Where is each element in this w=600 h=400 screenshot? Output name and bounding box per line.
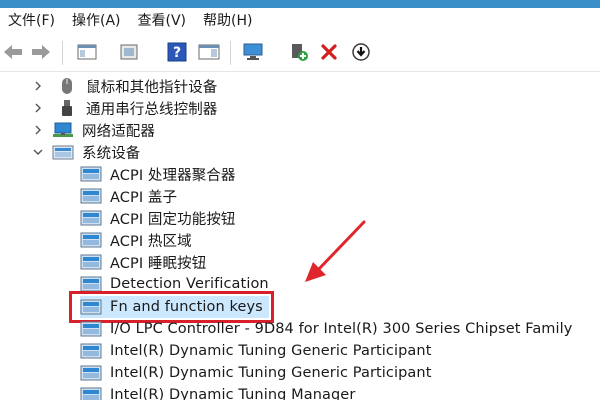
back-arrow-icon[interactable] xyxy=(2,41,24,63)
svg-text:?: ? xyxy=(173,45,181,61)
disable-device-icon[interactable] xyxy=(350,41,372,63)
action-pane-icon[interactable] xyxy=(198,41,220,63)
device-tree: 鼠标和其他指针设备 通用串行总线控制器 网络适配器 系统设备 ACPI 处理器聚… xyxy=(0,72,600,400)
uninstall-device-icon[interactable] xyxy=(318,41,340,63)
properties-icon[interactable] xyxy=(118,41,140,63)
toolbar-separator xyxy=(62,41,63,65)
menu-view[interactable]: 查看(V) xyxy=(130,8,196,35)
title-bar-strip xyxy=(0,0,600,8)
menu-help[interactable]: 帮助(H) xyxy=(195,8,261,35)
forward-arrow-icon[interactable] xyxy=(30,41,52,63)
update-driver-icon[interactable] xyxy=(288,41,310,63)
menu-bar: 文件(F) 操作(A) 查看(V) 帮助(H) xyxy=(0,8,600,35)
toolbar-separator xyxy=(230,41,231,65)
scan-hardware-changes-icon[interactable] xyxy=(242,41,264,63)
help-icon[interactable]: ? xyxy=(166,41,188,63)
toolbar: ? xyxy=(0,35,600,72)
annotation-arrow xyxy=(305,220,366,282)
show-hide-console-tree-icon[interactable] xyxy=(76,41,98,63)
menu-action[interactable]: 操作(A) xyxy=(64,8,130,35)
menu-file[interactable]: 文件(F) xyxy=(0,8,64,35)
